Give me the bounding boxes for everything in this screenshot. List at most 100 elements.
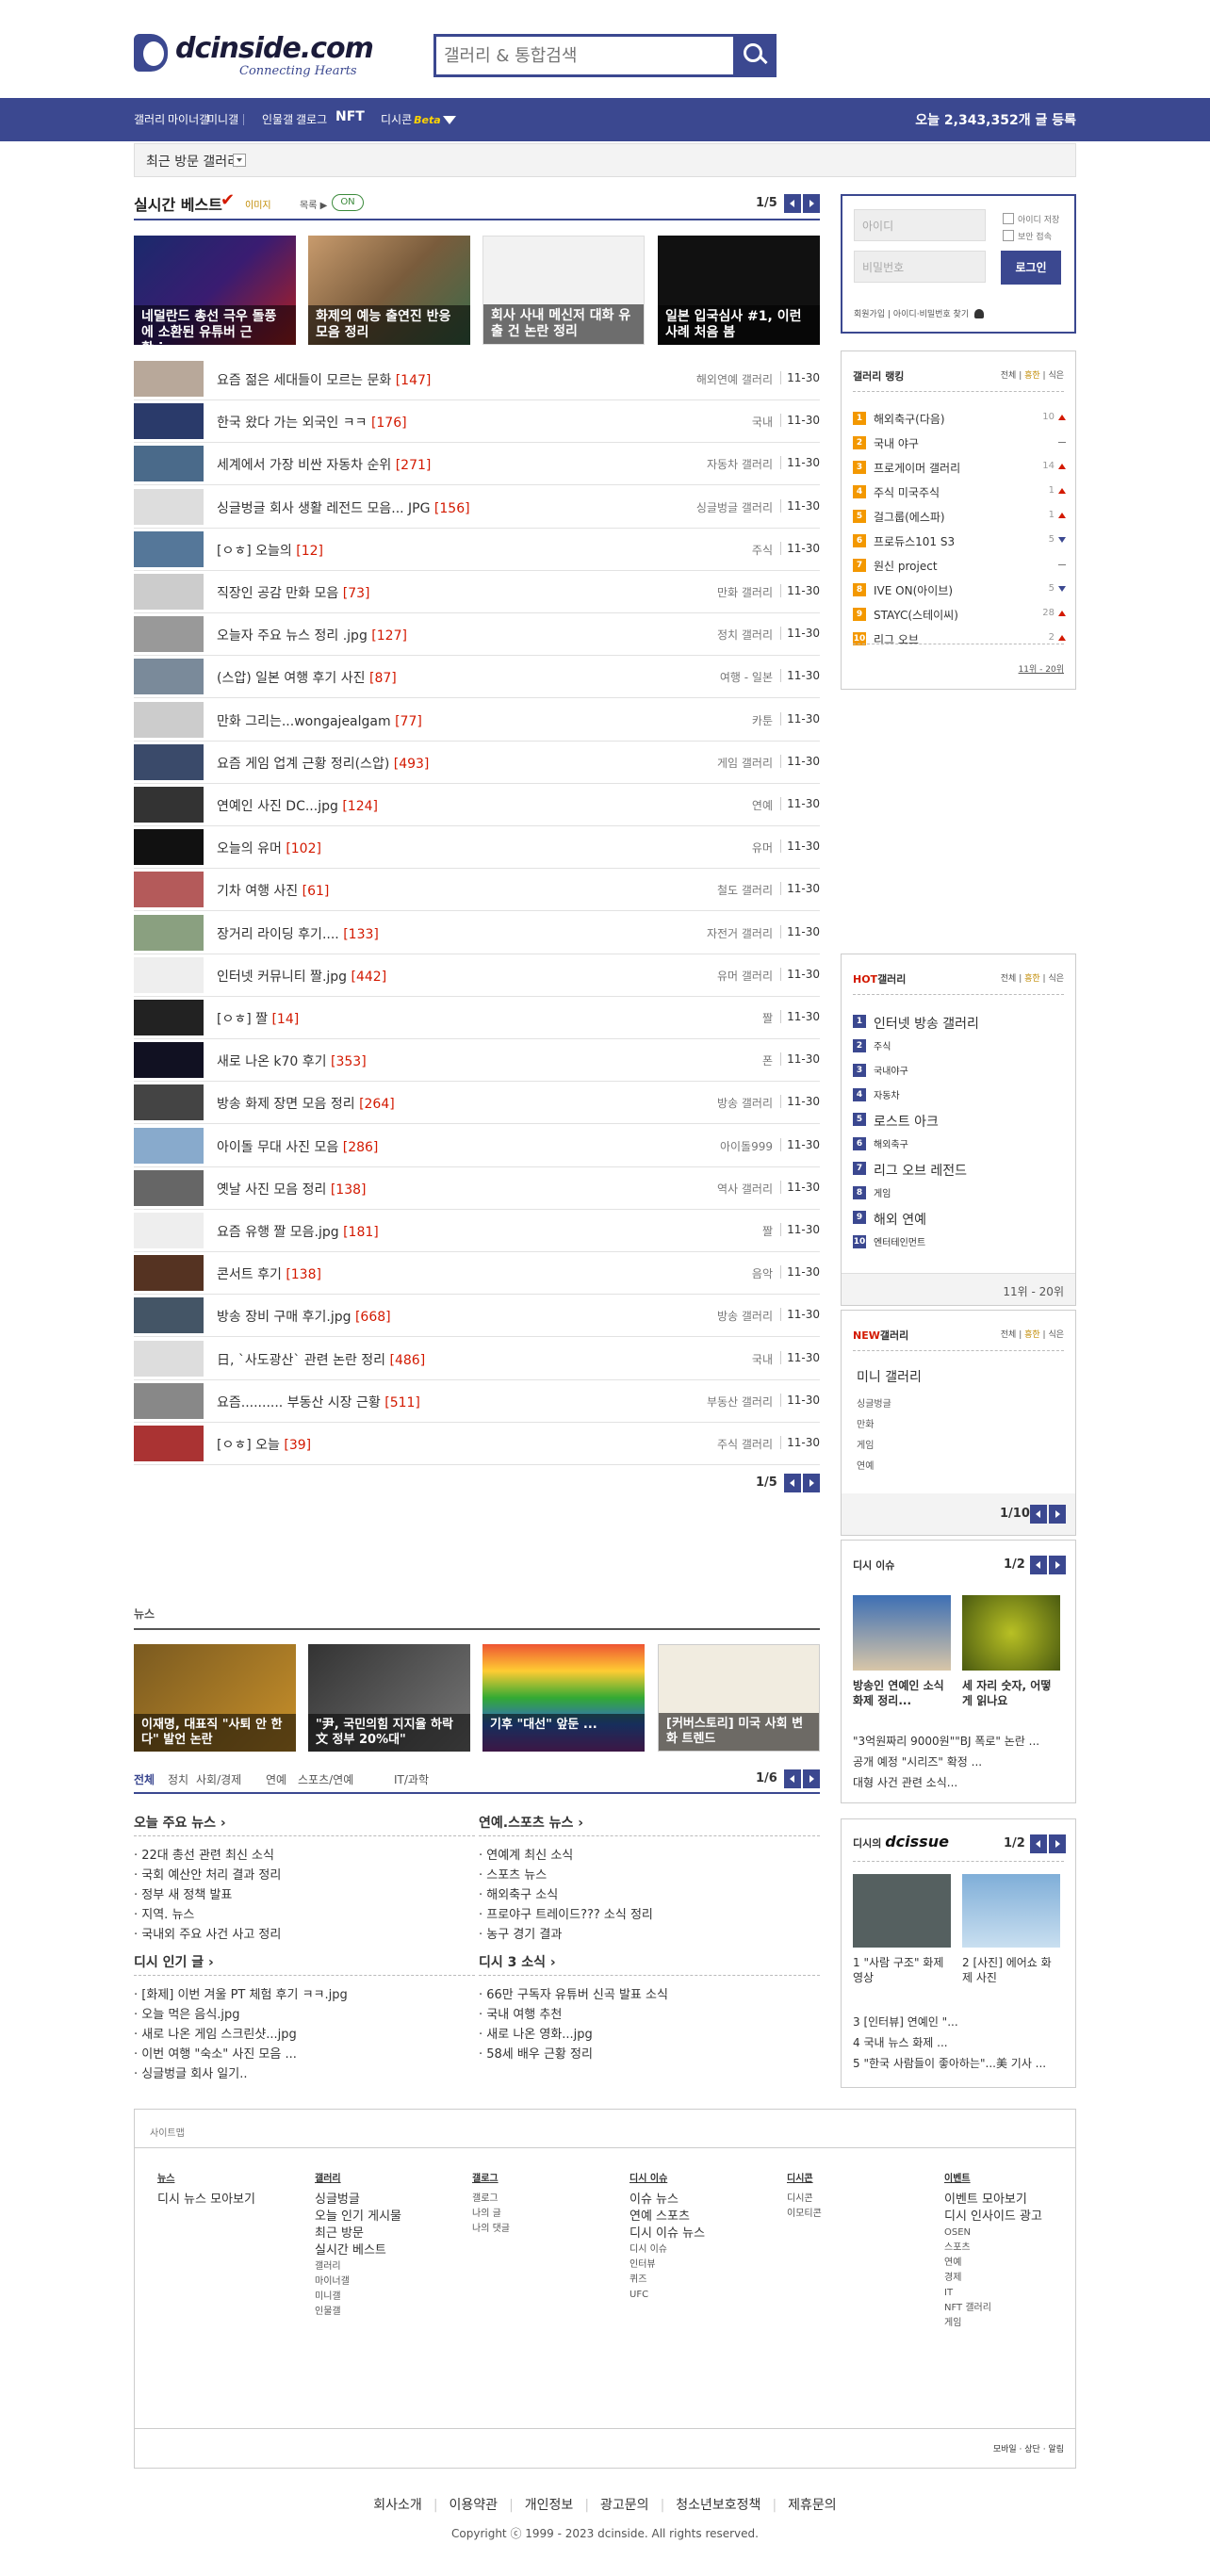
- post-gallery-name[interactable]: 유머: [752, 840, 773, 856]
- sitemap-link[interactable]: 디시 인사이드 광고: [944, 2209, 1086, 2225]
- hot-gallery-item[interactable]: 6 해외축구: [853, 1135, 1066, 1156]
- post-gallery-name[interactable]: 만화 갤러리: [717, 584, 773, 600]
- new-opt-1[interactable]: 전체: [1001, 1330, 1017, 1340]
- prev-arrow-icon[interactable]: [1030, 1834, 1047, 1853]
- sitemap-column-title[interactable]: 이벤트: [944, 2170, 1086, 2184]
- post-gallery-name[interactable]: 방송 갤러리: [717, 1308, 773, 1324]
- news-block-title[interactable]: 연예.스포츠 뉴스 ›: [479, 1813, 583, 1832]
- site-logo[interactable]: dcinside.com Connecting Hearts: [134, 30, 407, 81]
- sitemap-link[interactable]: 인물갤: [315, 2305, 456, 2320]
- dcissue-caption-1[interactable]: 1 "사람 구조" 화제 영상: [853, 1955, 951, 1985]
- next-arrow-icon[interactable]: [1049, 1505, 1066, 1524]
- sitemap-column-title[interactable]: 디시콘: [787, 2170, 928, 2184]
- news-card-4[interactable]: [커버스토리] 미국 사회 변화 트렌드: [658, 1644, 820, 1752]
- best-thumb-1[interactable]: 네덜란드 총선 극우 돌풍에 소환된 유튜버 근황.jpg: [134, 236, 296, 345]
- ranking-item[interactable]: 8 IVE ON(아이브) 5: [853, 581, 1066, 602]
- post-title[interactable]: 만화 그리는...wongajealgam [77]: [217, 711, 422, 730]
- prev-arrow-icon[interactable]: [784, 1769, 801, 1788]
- post-thumbnail[interactable]: [134, 1382, 204, 1419]
- news-item[interactable]: · 농구 경기 결과: [479, 1924, 820, 1942]
- dcissue-image-1[interactable]: [853, 1874, 951, 1948]
- post-gallery-name[interactable]: 국내: [752, 1351, 773, 1367]
- prev-arrow-icon[interactable]: [1030, 1505, 1047, 1524]
- save-id-checkbox[interactable]: [1003, 213, 1014, 224]
- best-post-row[interactable]: 요즘 게임 업계 근황 정리(스압) [493] 게임 갤러리 11-30: [134, 742, 820, 784]
- news-item[interactable]: · 오늘 먹은 음식.jpg: [134, 2004, 475, 2022]
- news-card-3[interactable]: 기후 "대선" 앞둔 ...: [482, 1644, 645, 1752]
- hot-gallery-item[interactable]: 1 인터넷 방송 갤러리: [853, 1013, 1066, 1034]
- sitemap-link[interactable]: 최근 방문: [315, 2225, 456, 2242]
- best-post-row[interactable]: 세계에서 가장 비싼 자동차 순위 [271] 자동차 갤러리 11-30: [134, 443, 820, 486]
- hot-opt-3[interactable]: 식은: [1048, 974, 1064, 984]
- post-gallery-name[interactable]: 주식: [752, 542, 773, 558]
- post-gallery-name[interactable]: 짤: [762, 1010, 773, 1026]
- best-post-row[interactable]: [ㅇㅎ] 오늘 [39] 주식 갤러리 11-30: [134, 1423, 820, 1465]
- sitemap-link[interactable]: 인터뷰: [630, 2258, 771, 2273]
- sitemap-link[interactable]: 싱글벙글: [315, 2192, 456, 2209]
- post-gallery-name[interactable]: 부동산 갤러리: [707, 1394, 773, 1410]
- post-thumbnail[interactable]: [134, 914, 204, 951]
- best-post-row[interactable]: 인터넷 커뮤니티 짤.jpg [442] 유머 갤러리 11-30: [134, 954, 820, 997]
- sitemap-link[interactable]: 오늘 인기 게시물: [315, 2209, 456, 2225]
- news-block-title[interactable]: 디시 3 소식 ›: [479, 1952, 556, 1971]
- footer-link[interactable]: 제휴문의: [788, 2498, 837, 2513]
- ranking-item[interactable]: 4 주식 미국주식 1: [853, 483, 1066, 504]
- login-button[interactable]: 로그인: [1001, 251, 1061, 285]
- ranking-item[interactable]: 9 STAYC(스테이씨) 28: [853, 606, 1066, 627]
- hot-opt-1[interactable]: 전체: [1001, 974, 1017, 984]
- nav-person-gallery[interactable]: 인물갤: [262, 111, 293, 127]
- news-block-title[interactable]: 디시 인기 글 ›: [134, 1952, 214, 1971]
- best-post-row[interactable]: 연예인 사진 DC...jpg [124] 연예 11-30: [134, 784, 820, 826]
- sitemap-link[interactable]: 디시 이슈 뉴스: [630, 2225, 771, 2242]
- best-post-row[interactable]: 오늘의 유머 [102] 유머 11-30: [134, 826, 820, 870]
- news-item[interactable]: · 프로야구 트레이드??? 소식 정리: [479, 1904, 820, 1922]
- news-card-2[interactable]: "尹, 국민의힘 지지율 하락 文 정부 20%대": [308, 1644, 470, 1752]
- post-gallery-name[interactable]: 자동차 갤러리: [707, 456, 773, 472]
- sitemap-link[interactable]: 연예 스포츠: [630, 2209, 771, 2225]
- post-thumbnail[interactable]: [134, 743, 204, 780]
- footer-link[interactable]: 개인정보: [525, 2498, 574, 2513]
- best-thumb-4[interactable]: 일본 입국심사 #1, 이런 사례 처음 봄: [658, 236, 820, 345]
- post-title[interactable]: 아이돌 무대 사진 모음 [286]: [217, 1137, 378, 1156]
- sitemap-link[interactable]: 퀴즈: [630, 2273, 771, 2288]
- new-gallery-item[interactable]: 싱글벙글: [857, 1395, 891, 1410]
- post-gallery-name[interactable]: 방송 갤러리: [717, 1095, 773, 1111]
- best-post-row[interactable]: 日, `사도광산` 관련 논란 정리 [486] 국내 11-30: [134, 1338, 820, 1380]
- footer-link[interactable]: 회사소개: [373, 2498, 422, 2513]
- nav-gallog[interactable]: 갤로그: [296, 111, 327, 127]
- hot-gallery-item[interactable]: 5 로스트 아크: [853, 1111, 1066, 1132]
- hot-gallery-item[interactable]: 9 해외 연예: [853, 1209, 1066, 1230]
- sitemap-link[interactable]: 미니갤: [315, 2290, 456, 2305]
- ranking-opt-hot[interactable]: 흥한: [1024, 371, 1040, 381]
- post-thumbnail[interactable]: [134, 1042, 204, 1079]
- hot-gallery-item[interactable]: 8 게임: [853, 1184, 1066, 1205]
- news-item[interactable]: · 지역. 뉴스: [134, 1904, 475, 1922]
- best-post-row[interactable]: [ㅇㅎ] 짤 [14] 짤 11-30: [134, 997, 820, 1039]
- post-thumbnail[interactable]: [134, 829, 204, 866]
- issue-caption-1[interactable]: 방송인 연예인 소식 화제 정리...: [853, 1678, 951, 1708]
- best-thumb-2[interactable]: 화제의 예능 출연진 반응 모음 정리: [308, 236, 470, 345]
- password-field[interactable]: 비밀번호: [854, 251, 986, 283]
- news-item[interactable]: · 국내 여행 추천: [479, 2004, 820, 2022]
- ranking-item[interactable]: 5 걸그룹(에스파) 1: [853, 508, 1066, 529]
- best-post-row[interactable]: 요즘 유행 짤 모음.jpg [181] 짤 11-30: [134, 1210, 820, 1252]
- post-thumbnail[interactable]: [134, 446, 204, 482]
- post-gallery-name[interactable]: 카툰: [752, 712, 773, 728]
- ranking-more-link[interactable]: 11위 - 20위: [1019, 662, 1064, 675]
- post-title[interactable]: 오늘자 주요 뉴스 정리 .jpg [127]: [217, 626, 407, 644]
- ranking-item[interactable]: 7 원신 project: [853, 557, 1066, 578]
- news-item[interactable]: · 국내외 주요 사건 사고 정리: [134, 1924, 475, 1942]
- post-title[interactable]: [ㅇㅎ] 오늘 [39]: [217, 1435, 311, 1454]
- ranking-opt-all[interactable]: 전체: [1001, 371, 1017, 381]
- news-item[interactable]: · 연예계 최신 소식: [479, 1845, 820, 1863]
- post-thumbnail[interactable]: [134, 616, 204, 653]
- post-thumbnail[interactable]: [134, 1127, 204, 1164]
- post-gallery-name[interactable]: 국내: [752, 414, 773, 430]
- post-title[interactable]: 인터넷 커뮤니티 짤.jpg [442]: [217, 967, 386, 986]
- prev-arrow-icon[interactable]: [784, 1474, 801, 1492]
- sitemap-link[interactable]: 디시콘: [787, 2192, 928, 2207]
- post-title[interactable]: 방송 장비 구매 후기.jpg [668]: [217, 1307, 391, 1326]
- post-thumbnail[interactable]: [134, 574, 204, 610]
- news-item[interactable]: · [화제] 이번 겨울 PT 체험 후기 ㅋㅋ.jpg: [134, 1984, 475, 2002]
- post-thumbnail[interactable]: [134, 701, 204, 738]
